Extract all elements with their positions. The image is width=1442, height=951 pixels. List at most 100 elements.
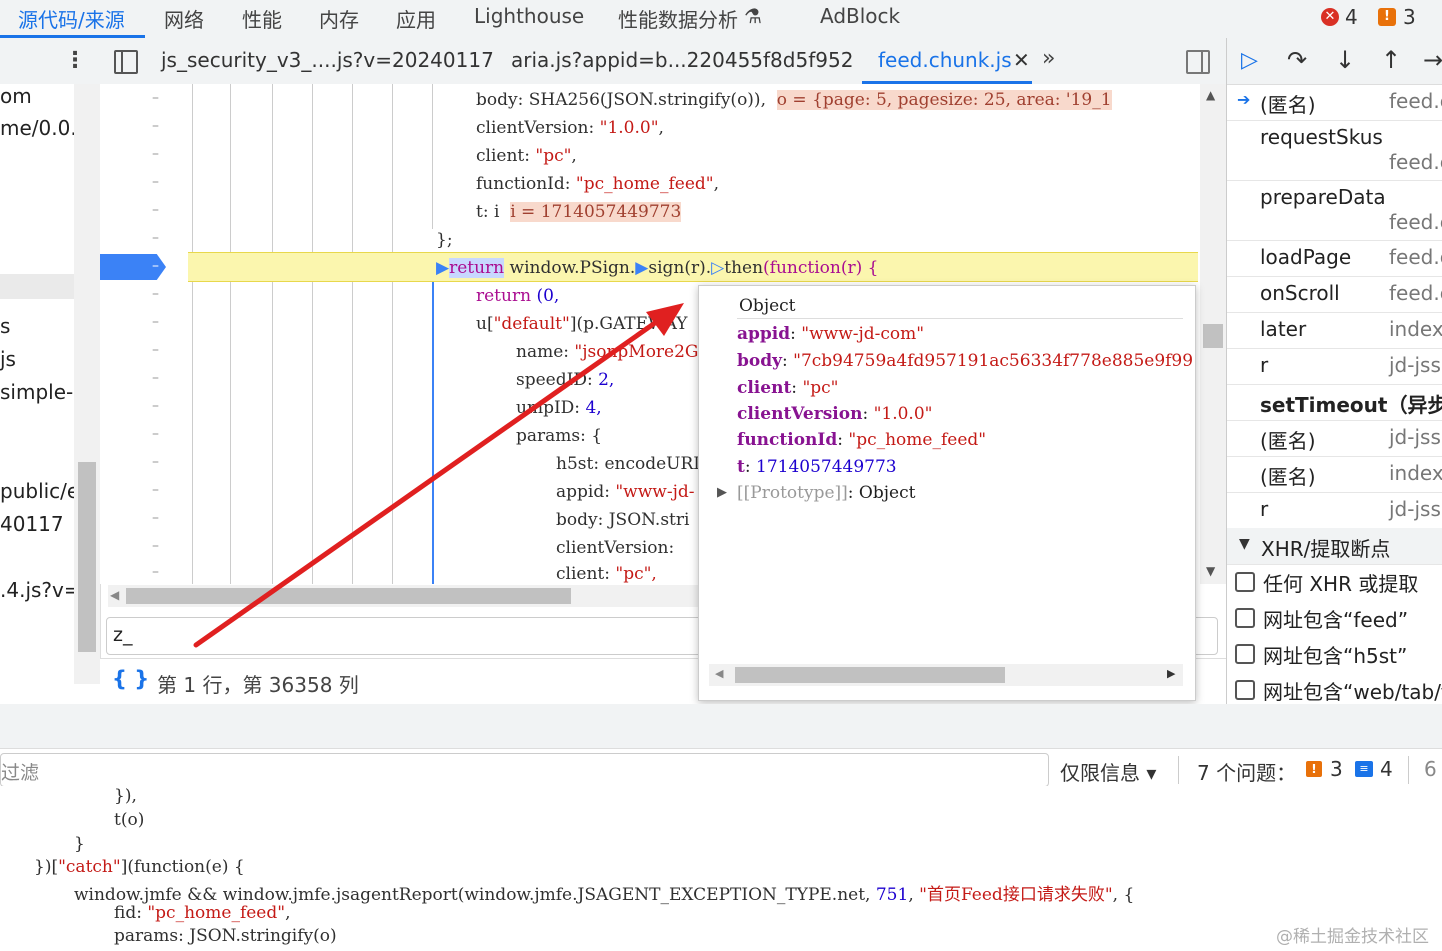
callstack-frame[interactable]: r jd-jssd <box>1227 348 1442 385</box>
gutter-dash: – <box>152 398 159 414</box>
tab-sources[interactable]: 源代码/来源 <box>18 4 125 33</box>
navigator-scrollbar[interactable] <box>74 84 100 684</box>
scroll-left-icon[interactable]: ◀ <box>110 588 119 602</box>
indent-guide <box>312 84 313 584</box>
popover-scroll-thumb[interactable] <box>735 667 1005 683</box>
indent-guide <box>272 84 273 584</box>
callstack-frame[interactable]: later index.c <box>1227 312 1442 349</box>
step-icon[interactable]: → <box>1423 46 1442 74</box>
collapse-triangle-icon[interactable]: ▼ <box>1239 536 1250 552</box>
close-tab-icon[interactable]: ✕ <box>1013 48 1030 72</box>
error-count[interactable]: 4 <box>1345 5 1358 29</box>
popover-hscrollbar[interactable]: ◀ ▶ <box>709 664 1183 686</box>
pretty-print-icon[interactable]: { } <box>112 667 149 691</box>
warning-count[interactable]: 3 <box>1403 5 1416 29</box>
step-marker-icon[interactable]: ▶ <box>436 258 449 278</box>
tab-performance[interactable]: 性能 <box>242 4 282 33</box>
debugger-sidebar: ▷ ↷ ↓ ↑ → ➔ (匿名) feed.c requestSkus feed… <box>1226 38 1442 704</box>
code-line: appid: "www-jd- <box>556 482 695 502</box>
checkbox[interactable] <box>1235 644 1255 664</box>
code-line: return (0, <box>476 286 560 306</box>
console-warn-count[interactable]: 3 <box>1330 757 1343 781</box>
console-line: fid: "pc_home_feed", <box>114 903 291 923</box>
gutter-dash: – <box>152 482 159 498</box>
code-line: name: "jsonpMore2Go <box>516 342 709 362</box>
editor-tabbar: ⋮ js_security_v3_....js?v=20240117 aria.… <box>0 38 1226 85</box>
navigator-item[interactable]: 40117 <box>0 512 64 536</box>
tab-performance-insights[interactable]: 性能数据分析 <box>618 4 738 33</box>
step-marker-icon[interactable]: ▷ <box>711 258 724 278</box>
step-into-icon[interactable]: ↓ <box>1335 46 1355 74</box>
file-tab-feed-chunk[interactable]: feed.chunk.js <box>878 48 1012 72</box>
checkbox[interactable] <box>1235 572 1255 592</box>
navigator-scroll-thumb[interactable] <box>78 462 96 652</box>
navigator-item[interactable]: simple- <box>0 380 73 404</box>
error-icon: ✕ <box>1321 8 1339 26</box>
xhr-breakpoints-header[interactable]: ▼ XHR/提取断点 <box>1227 528 1442 565</box>
code-line: clientVersion: <box>556 538 675 558</box>
tab-memory[interactable]: 内存 <box>319 4 359 33</box>
editor-hscroll-thumb[interactable] <box>126 588 571 604</box>
toggle-debugger-icon[interactable] <box>1186 50 1210 74</box>
navigator-selected-row <box>0 274 74 299</box>
editor-scroll-thumb[interactable] <box>1203 324 1223 348</box>
xhr-breakpoint-item[interactable]: 任何 XHR 或提取 <box>1227 564 1442 600</box>
flask-icon: ⚗ <box>744 4 762 28</box>
navigator-item[interactable]: s <box>0 314 10 338</box>
popover-prototype[interactable]: [[Prototype]]: Object <box>737 483 915 503</box>
navigator-item[interactable]: om <box>0 84 32 108</box>
console-output: }), t(o) } })["catch"](function(e) { win… <box>0 786 1442 951</box>
scroll-right-icon[interactable]: ▶ <box>1167 667 1175 680</box>
file-tab-js-security[interactable]: js_security_v3_....js?v=20240117 <box>161 48 494 72</box>
step-marker-icon[interactable]: ▶ <box>635 258 648 278</box>
xhr-breakpoint-item[interactable]: 网址包含“feed” <box>1227 600 1442 636</box>
step-out-icon[interactable]: ↑ <box>1381 46 1401 74</box>
callstack-frame[interactable]: r jd-jssd <box>1227 492 1442 529</box>
console-info-count[interactable]: 4 <box>1380 757 1393 781</box>
gutter-dash: – <box>152 564 159 580</box>
gutter-dash: – <box>152 286 159 302</box>
callstack-frame[interactable]: (匿名) index.c <box>1227 456 1442 493</box>
more-tabs-icon[interactable]: » <box>1042 46 1055 71</box>
expand-triangle-icon[interactable]: ▶ <box>717 485 727 500</box>
scroll-down-icon[interactable]: ▼ <box>1206 564 1215 578</box>
popover-title: Object <box>739 296 796 316</box>
gutter-dash: – <box>152 230 159 246</box>
editor-vertical-scrollbar[interactable]: ▲ ▼ <box>1200 84 1226 584</box>
callstack-frame[interactable]: (匿名) jd-jssd <box>1227 420 1442 457</box>
active-block-guide <box>432 279 434 584</box>
tab-adblock[interactable]: AdBlock <box>820 4 900 28</box>
scroll-up-icon[interactable]: ▲ <box>1206 88 1215 102</box>
xhr-breakpoint-item[interactable]: 网址包含“h5st” <box>1227 636 1442 672</box>
callstack-frame[interactable]: prepareData feed.c <box>1227 180 1442 241</box>
callstack-frame[interactable]: loadPage feed.c <box>1227 240 1442 277</box>
log-level-dropdown[interactable]: 仅限信息 ▾ <box>1060 757 1156 786</box>
editor-horizontal-scrollbar[interactable]: ◀ <box>108 585 698 607</box>
checkbox[interactable] <box>1235 608 1255 628</box>
gutter-dash: – <box>152 202 159 218</box>
issues-label[interactable]: 7 个问题： <box>1197 757 1296 786</box>
tab-network[interactable]: 网络 <box>164 4 204 33</box>
toggle-navigator-icon[interactable] <box>114 50 138 74</box>
object-preview-popover[interactable]: Object appid: "www-jd-com" body: "7cb947… <box>698 285 1196 701</box>
scroll-left-icon[interactable]: ◀ <box>715 667 723 680</box>
step-over-icon[interactable]: ↷ <box>1287 46 1307 74</box>
checkbox[interactable] <box>1235 680 1255 700</box>
popover-prop-body: body: "7cb94759a4fd957191ac56334f778e885… <box>737 351 1194 371</box>
callstack-frame[interactable]: onScroll feed.c <box>1227 276 1442 313</box>
file-tab-aria[interactable]: aria.js?appid=b...220455f8d5f952 <box>511 48 853 72</box>
hidden-count[interactable]: 6 <box>1424 757 1437 781</box>
divider <box>1178 756 1179 784</box>
tab-lighthouse[interactable]: Lighthouse <box>474 4 584 28</box>
console-filter-input[interactable]: 过滤 <box>0 753 1049 787</box>
code-line: client: "pc", <box>556 564 657 584</box>
callstack-frame[interactable]: ➔ (匿名) feed.c <box>1227 84 1442 121</box>
gutter-dash: – <box>152 426 159 442</box>
navigator-item[interactable]: js <box>0 347 16 371</box>
xhr-breakpoint-item[interactable]: 网址包含“web/tab/f <box>1227 672 1442 704</box>
callstack-frame[interactable]: requestSkus feed.c <box>1227 120 1442 181</box>
gutter-dash: – <box>152 90 159 106</box>
tab-application[interactable]: 应用 <box>396 4 436 33</box>
resume-icon[interactable]: ▷ <box>1241 48 1258 73</box>
more-options-icon[interactable]: ⋮ <box>64 48 86 73</box>
